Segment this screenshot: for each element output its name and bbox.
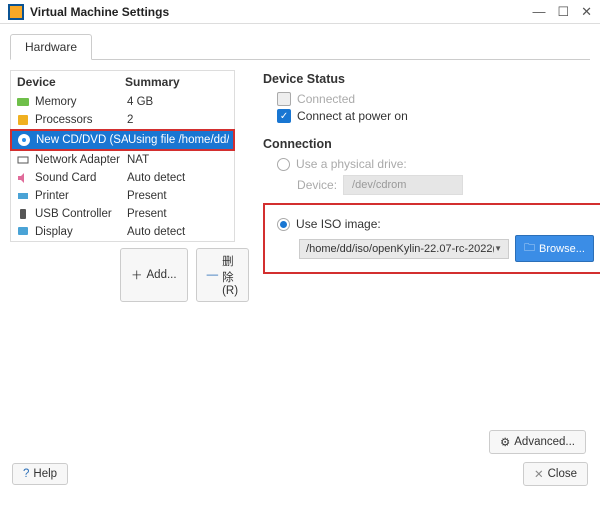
connect-power-label: Connect at power on (297, 109, 408, 123)
memory-icon (15, 95, 31, 109)
vmware-icon (8, 4, 24, 20)
table-row-selected[interactable]: New CD/DVD (SATA) Using file /home/dd/is… (12, 131, 233, 149)
close-window-button[interactable]: ✕ (581, 4, 592, 20)
physical-drive-radio[interactable] (277, 158, 290, 171)
help-button[interactable]: ?Help (12, 463, 68, 485)
device-table: Device Summary Memory 4 GB Processors 2 … (10, 70, 235, 242)
gear-icon: ⚙ (500, 435, 510, 449)
table-row[interactable]: Printer Present (11, 187, 234, 205)
advanced-button[interactable]: ⚙Advanced... (489, 430, 586, 454)
iso-radio[interactable] (277, 218, 290, 231)
iso-label: Use ISO image: (296, 217, 381, 231)
network-icon (15, 153, 31, 167)
device-status-title: Device Status (263, 72, 600, 86)
sound-icon (15, 171, 31, 185)
window-title: Virtual Machine Settings (30, 5, 532, 19)
tab-bar: Hardware (10, 34, 590, 60)
maximize-button[interactable]: ☐ (557, 4, 569, 20)
chevron-down-icon: ▼ (494, 244, 502, 253)
printer-icon (15, 189, 31, 203)
iso-path-combo[interactable]: /home/dd/iso/openKylin-22.07-rc-2022( ▼ (299, 239, 509, 259)
table-row[interactable]: Network Adapter NAT (11, 151, 234, 169)
table-row[interactable]: USB Controller Present (11, 205, 234, 223)
table-row[interactable]: Display Auto detect (11, 223, 234, 241)
browse-button[interactable]: 🗀 Browse... (515, 235, 594, 262)
connect-power-checkbox[interactable]: ✓ (277, 109, 291, 123)
cpu-icon (15, 113, 31, 127)
table-row[interactable]: Processors 2 (11, 111, 234, 129)
close-icon: ✕ (534, 467, 544, 481)
connection-title: Connection (263, 137, 600, 151)
folder-icon: 🗀 (524, 239, 535, 258)
col-summary: Summary (125, 75, 228, 89)
physical-device-combo: /dev/cdrom (343, 175, 463, 195)
col-device: Device (17, 75, 125, 89)
plus-icon: ＋ (131, 267, 143, 283)
table-row[interactable]: Memory 4 GB (11, 93, 234, 111)
help-icon: ? (23, 468, 29, 480)
table-row[interactable]: Sound Card Auto detect (11, 169, 234, 187)
connected-checkbox (277, 92, 291, 106)
cd-icon (16, 133, 32, 147)
usb-icon (15, 207, 31, 221)
remove-button[interactable]: —删除(R) (196, 248, 249, 302)
tab-hardware[interactable]: Hardware (10, 34, 92, 60)
display-icon (15, 225, 31, 239)
add-button[interactable]: ＋Add... (120, 248, 188, 302)
close-button[interactable]: ✕Close (523, 462, 588, 486)
connected-label: Connected (297, 92, 355, 106)
titlebar: Virtual Machine Settings — ☐ ✕ (0, 0, 600, 24)
minus-icon: — (207, 269, 219, 281)
minimize-button[interactable]: — (532, 4, 545, 20)
physical-drive-label: Use a physical drive: (296, 157, 407, 171)
iso-highlight: Use ISO image: /home/dd/iso/openKylin-22… (263, 203, 600, 274)
device-label: Device: (297, 178, 337, 192)
